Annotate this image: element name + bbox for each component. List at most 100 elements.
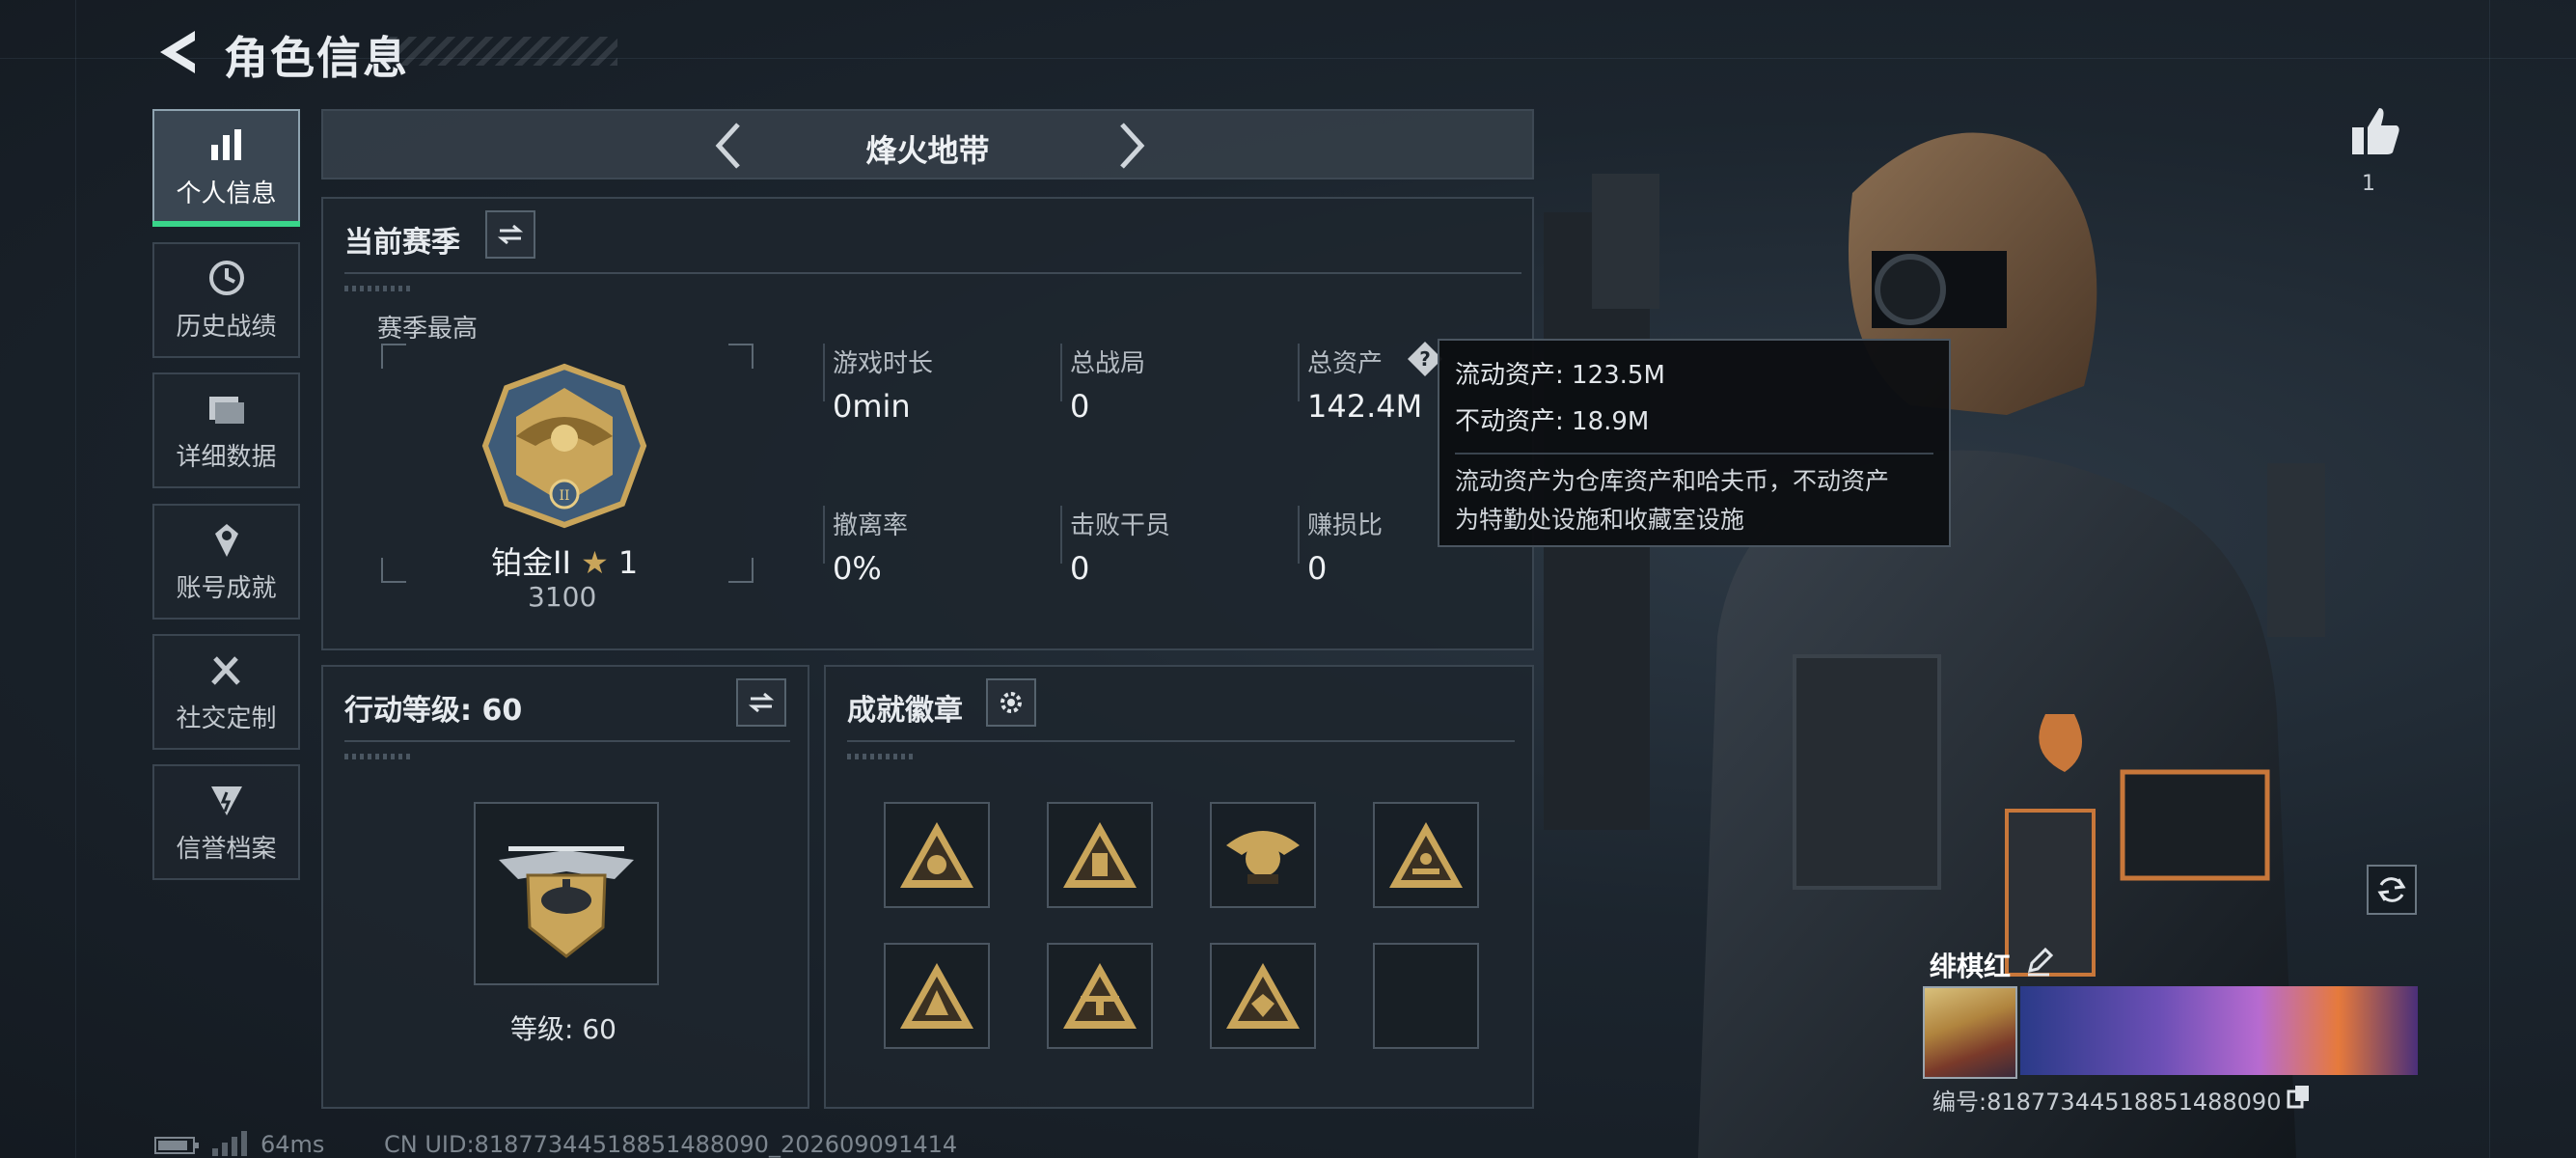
stat-value: 0% [833, 550, 882, 587]
stat-value: 0min [833, 388, 911, 425]
stat-label: 总战局 [1070, 349, 1146, 378]
svg-text:?: ? [1419, 347, 1431, 371]
stat-divider [1298, 506, 1300, 564]
achievements-settings-button[interactable] [986, 678, 1036, 727]
ping-value: 64ms [260, 1131, 325, 1158]
divider-dots [344, 754, 412, 759]
rank-stars: 1 [617, 544, 639, 581]
achievement-badge[interactable] [884, 943, 990, 1049]
rank-label: 铂金II ★ 1 [491, 538, 638, 583]
action-level-panel: 行动等级: 60 等级: 60 [321, 665, 809, 1109]
player-id: 编号:81877344518851488090 [1932, 1089, 2282, 1116]
signal-icon [212, 1131, 247, 1156]
season-switch-button[interactable] [485, 210, 535, 259]
divider-dots [847, 754, 915, 759]
sidebar-item-details[interactable]: 详细数据 [152, 372, 300, 488]
stat-value: 0 [1070, 388, 1090, 425]
achievements-title: 成就徽章 [847, 694, 963, 728]
svg-text:II: II [559, 488, 569, 504]
action-level-switch-button[interactable] [736, 678, 786, 727]
frame-corner [381, 344, 406, 369]
achievement-badge[interactable] [884, 802, 990, 908]
title-decoration [386, 37, 617, 66]
frame-corner [728, 344, 754, 369]
sidebar-item-profile[interactable]: 个人信息 [152, 109, 300, 227]
rank-emblem-icon: II [481, 363, 647, 529]
triangle-badge-icon [1063, 822, 1137, 888]
sidebar-item-label: 详细数据 [176, 442, 277, 472]
season-title: 当前赛季 [344, 226, 460, 260]
tooltip-desc: 流动资产为仓库资产和哈夫币，不动资产 为特勤处设施和收藏室设施 [1455, 453, 1933, 539]
player-name: 绯棋红 [1930, 951, 2012, 982]
refresh-icon [2377, 877, 2406, 902]
eagle-badge-icon [1226, 831, 1300, 884]
achievement-badge-empty[interactable] [1373, 943, 1479, 1049]
profile-banner [2020, 986, 2418, 1075]
divider [847, 740, 1515, 742]
stat-label: 击败干员 [1070, 511, 1171, 540]
season-panel: 当前赛季 赛季最高 II 铂金II ★ 1 3100 游戏时长 0min 总战局… [321, 197, 1534, 650]
achievement-badge[interactable] [1210, 802, 1316, 908]
stat-label: 游戏时长 [833, 349, 934, 378]
bar-chart-icon [210, 128, 241, 160]
avatar[interactable] [1923, 986, 2017, 1079]
folder-icon [208, 396, 244, 424]
achievement-badge[interactable] [1210, 943, 1316, 1049]
sidebar-item-label: 社交定制 [176, 703, 277, 733]
bg-grid-line [75, 0, 76, 1158]
mode-name: 烽火地带 [865, 132, 990, 169]
stat-divider [1060, 506, 1062, 564]
frame-corner [728, 558, 754, 583]
stat-value: 142.4M [1307, 388, 1423, 425]
helicopter-emblem-icon [499, 846, 634, 958]
divider [344, 272, 1521, 274]
stat-value: 0 [1070, 550, 1090, 587]
asset-tooltip: 流动资产: 123.5M 不动资产: 18.9M 流动资产为仓库资产和哈夫币，不… [1438, 339, 1951, 547]
tooltip-desc-line: 为特勤处设施和收藏室设施 [1455, 506, 1745, 534]
stat-divider [823, 344, 825, 401]
achievement-badge[interactable] [1373, 802, 1479, 908]
stat-divider [1298, 344, 1300, 401]
achievement-badge[interactable] [1047, 802, 1153, 908]
triangle-badge-icon [1226, 963, 1300, 1029]
sidebar-item-label: 个人信息 [176, 179, 277, 208]
sidebar-item-achievements[interactable]: 账号成就 [152, 504, 300, 620]
rank-name: 铂金II [491, 544, 571, 581]
thumbs-up-icon[interactable] [2348, 104, 2402, 158]
bg-grid-line [2489, 0, 2490, 1158]
action-level-emblem [474, 802, 659, 985]
achievement-badge[interactable] [1047, 943, 1153, 1049]
battery-icon [154, 1137, 199, 1154]
stat-label: 赚损比 [1307, 511, 1384, 540]
trophy-icon [214, 523, 238, 557]
copy-icon[interactable] [2287, 1084, 2312, 1109]
like-count: 1 [2362, 172, 2375, 196]
sidebar-item-social[interactable]: 社交定制 [152, 634, 300, 750]
divider-dots [344, 286, 412, 291]
credit-icon [210, 786, 242, 815]
back-arrow-icon[interactable] [152, 27, 201, 77]
mode-switch-bar: 烽火地带 [321, 109, 1534, 179]
tooltip-desc-line: 流动资产为仓库资产和哈夫币，不动资产 [1455, 467, 1890, 495]
triangle-badge-icon [900, 963, 973, 1029]
stat-label: 总资产 [1307, 349, 1384, 378]
triangle-badge-icon [900, 822, 973, 888]
chevron-right-icon[interactable] [1112, 119, 1151, 173]
sidebar-item-label: 历史战绩 [176, 312, 277, 342]
refresh-button[interactable] [2367, 865, 2417, 915]
sidebar-item-history[interactable]: 历史战绩 [152, 242, 300, 358]
gear-icon [1000, 692, 1022, 713]
swap-icon [748, 692, 775, 713]
edit-pencil-icon[interactable] [2024, 948, 2053, 977]
divider [344, 740, 790, 742]
tooltip-fixed: 不动资产: 18.9M [1455, 407, 1650, 436]
tooltip-liquid: 流动资产: 123.5M [1455, 361, 1665, 390]
star-icon: ★ [581, 544, 609, 581]
sidebar-item-credit[interactable]: 信誉档案 [152, 764, 300, 880]
action-level-title: 行动等级: 60 [344, 694, 523, 728]
action-level-value: 等级: 60 [510, 1013, 617, 1045]
stat-label: 撤离率 [833, 511, 909, 540]
sidebar-item-label: 信誉档案 [176, 834, 277, 864]
swap-icon [497, 224, 524, 245]
stat-value: 0 [1307, 550, 1328, 587]
